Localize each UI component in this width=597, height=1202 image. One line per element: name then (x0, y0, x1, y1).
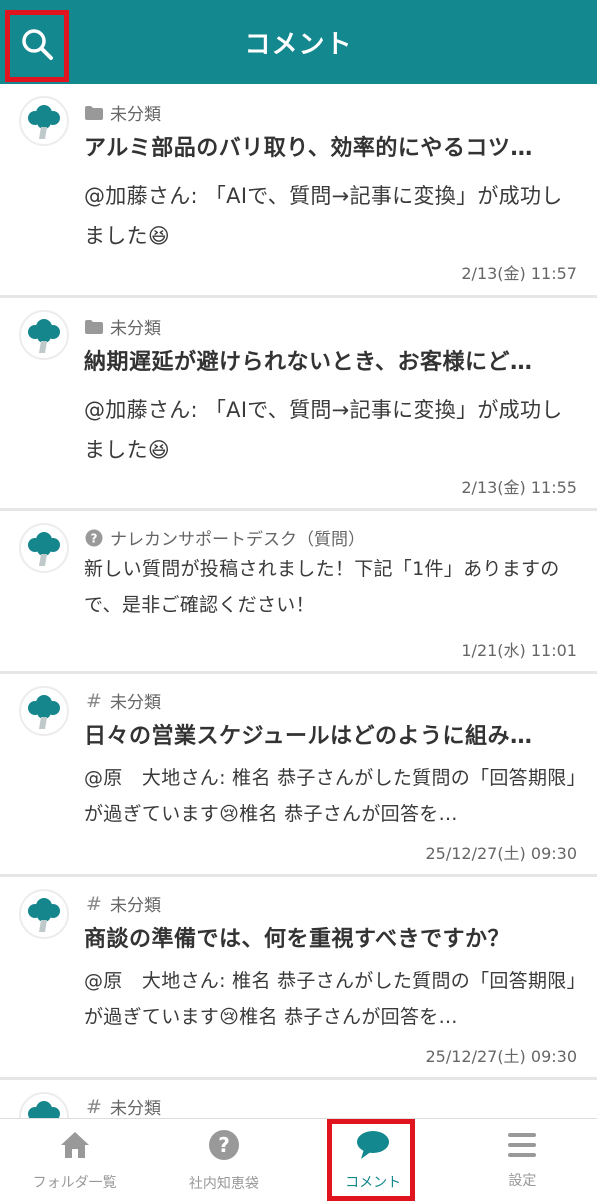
svg-text:?: ? (218, 1133, 230, 1157)
comment-body: @加藤さん: 「AIで、質問→記事に変換」が成功しました😆 (84, 184, 563, 248)
comment-title: 日々の営業スケジュールはどのように組み… (84, 724, 533, 749)
folder-icon (84, 318, 104, 336)
comment-card[interactable]: # 未分類 商談の準備では、何を重視すべきですか？ @原 大地さん: 椎名 恭子… (0, 877, 597, 1080)
comment-card[interactable]: # 未分類 (0, 1080, 597, 1118)
page-title: コメント (244, 29, 353, 60)
tab-comments[interactable]: コメント (299, 1119, 448, 1202)
comment-body: @加藤さん: 「AIで、質問→記事に変換」が成功しました😆 (84, 398, 563, 462)
avatar (19, 889, 69, 939)
tab-settings[interactable]: 設定 (448, 1119, 597, 1202)
comment-card[interactable]: 未分類 納期遅延が避けられないとき、お客様にど… @加藤さん: 「AIで、質問→… (0, 298, 597, 511)
menu-icon (507, 1132, 537, 1162)
hash-icon: # (86, 892, 102, 915)
comment-title: 商談の準備では、何を重視すべきですか？ (84, 927, 510, 952)
avatar (19, 310, 69, 360)
comment-title: アルミ部品のバリ取り、効率的にやるコツ… (84, 136, 533, 161)
comment-body: @原 大地さん: 椎名 恭子さんがした質問の「回答期限」が過ぎています😢椎名 恭… (84, 970, 577, 1028)
comment-card[interactable]: # 未分類 日々の営業スケジュールはどのように組み… @原 大地さん: 椎名 恭… (0, 674, 597, 877)
question-circle-icon: ? (84, 529, 104, 547)
comment-date: 25/12/27(土) 09:30 (425, 1047, 577, 1066)
home-icon (59, 1130, 91, 1164)
comment-body: 新しい質問が投稿されました！下記「1件」ありますので、是非ご確認ください！ (84, 558, 560, 616)
comment-card[interactable]: 未分類 アルミ部品のバリ取り、効率的にやるコツ… @加藤さん: 「AIで、質問→… (0, 84, 597, 298)
comment-category: 未分類 (84, 100, 161, 125)
search-button[interactable] (5, 10, 69, 82)
comment-list[interactable]: 未分類 アルミ部品のバリ取り、効率的にやるコツ… @加藤さん: 「AIで、質問→… (0, 84, 597, 1118)
question-icon: ? (208, 1129, 240, 1165)
comment-category: 未分類 (84, 314, 161, 339)
comment-body: @原 大地さん: 椎名 恭子さんがした質問の「回答期限」が過ぎています😢椎名 恭… (84, 767, 577, 825)
chat-bubble-icon (356, 1130, 390, 1164)
comment-title: 納期遅延が避けられないとき、お客様にど… (84, 350, 533, 375)
comment-category: # 未分類 (84, 688, 161, 714)
comment-card[interactable]: ? ナレカンサポートデスク（質問） 新しい質問が投稿されました！下記「1件」あり… (0, 511, 597, 674)
tab-folder-list[interactable]: フォルダ一覧 (0, 1119, 149, 1202)
app-header: コメント (0, 0, 597, 84)
comment-category: # 未分類 (84, 1094, 161, 1119)
tab-knowledge[interactable]: ? 社内知恵袋 (149, 1119, 298, 1202)
hash-icon: # (86, 689, 102, 712)
comment-category: # 未分類 (84, 891, 161, 917)
avatar (19, 523, 69, 573)
comment-category: ? ナレカンサポートデスク（質問） (84, 525, 365, 550)
avatar (19, 686, 69, 736)
svg-text:?: ? (91, 531, 98, 545)
search-icon (20, 27, 54, 65)
avatar (19, 1092, 69, 1118)
folder-icon (84, 104, 104, 122)
avatar (19, 96, 69, 146)
bottom-tab-bar: フォルダ一覧 ? 社内知恵袋 コメント 設定 (0, 1118, 597, 1202)
comment-date: 2/13(金) 11:57 (461, 264, 577, 283)
comment-date: 25/12/27(土) 09:30 (425, 844, 577, 863)
comment-date: 2/13(金) 11:55 (461, 478, 577, 497)
comment-date: 1/21(水) 11:01 (461, 641, 577, 660)
hash-icon: # (86, 1095, 102, 1118)
